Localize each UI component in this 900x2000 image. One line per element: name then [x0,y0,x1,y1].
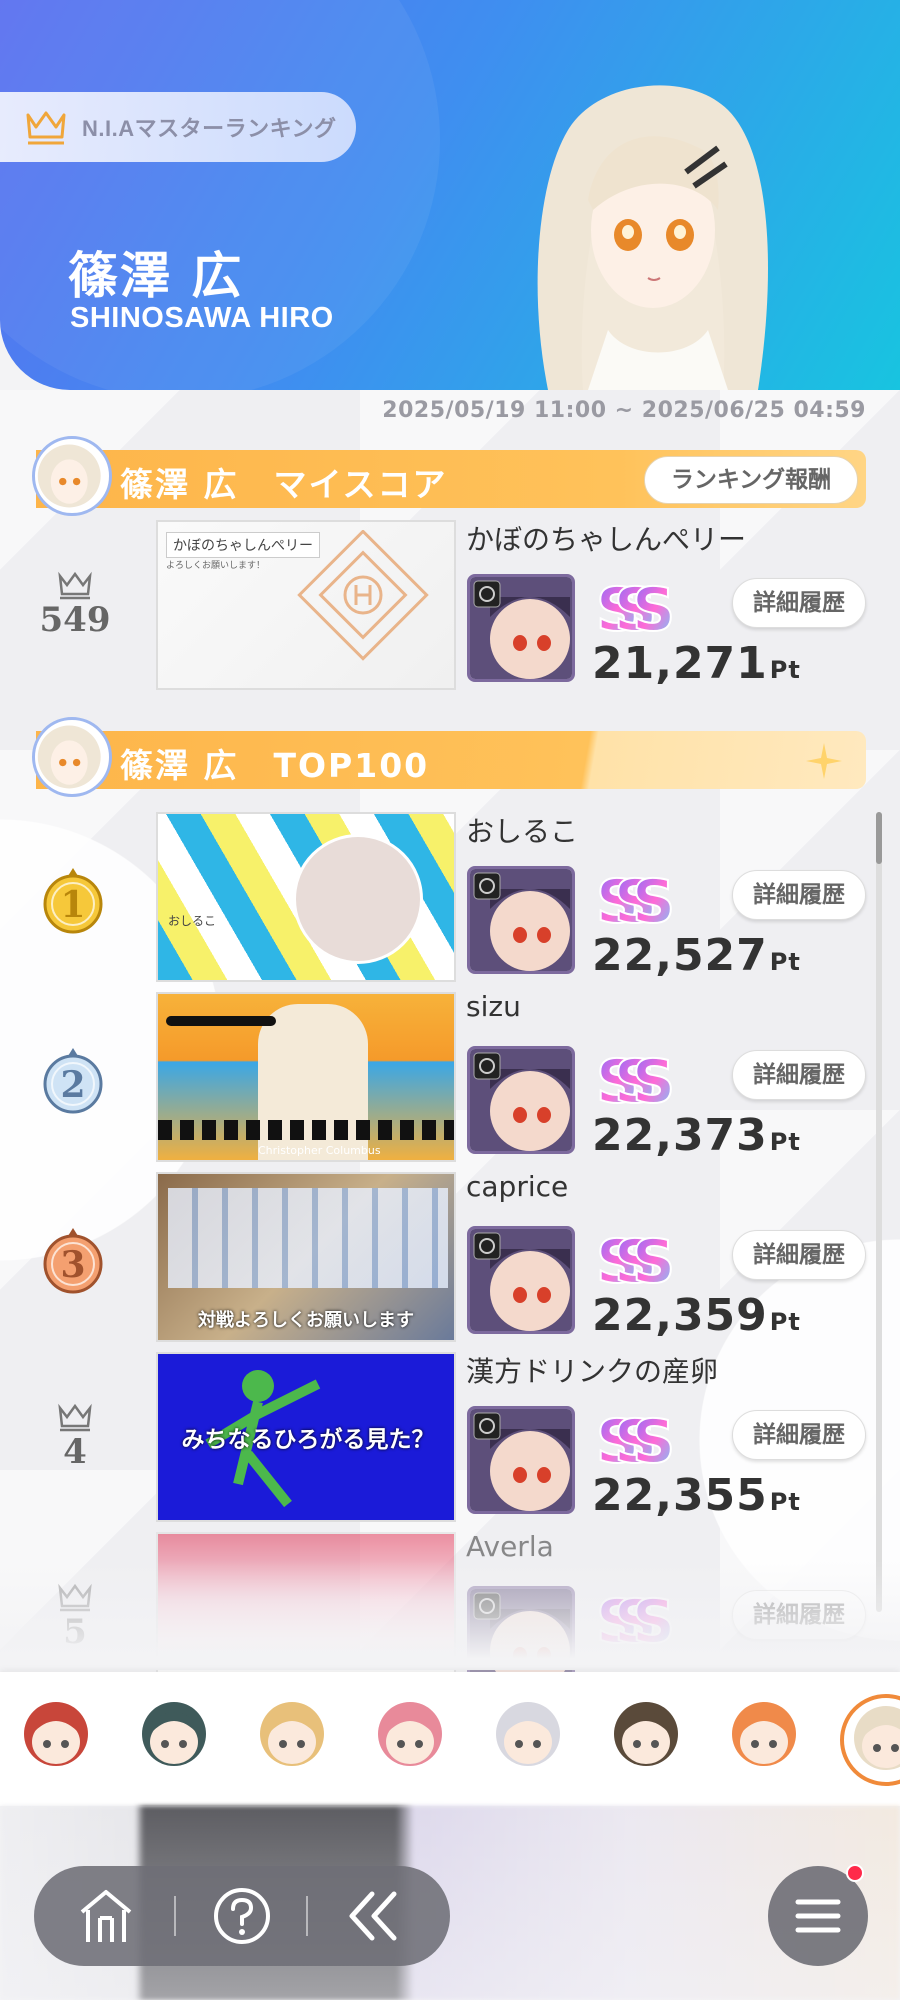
player-name: 漢方ドリンクの産卵 [466,1355,719,1388]
support-card-icon[interactable] [467,574,575,682]
player-thumbnail[interactable]: おしるこ [156,812,456,982]
support-card-icon[interactable] [467,1406,575,1514]
character-portrait [537,85,768,390]
menu-button[interactable] [768,1864,868,1966]
character-avatar [32,717,112,797]
detail-history-button[interactable]: 詳細履歴 [732,578,866,628]
detail-history-button[interactable]: 詳細履歴 [732,1230,866,1280]
ranking-row: 2 Christopher Columbus sizu S S S 詳細履歴 2… [0,990,880,1162]
thumbnail-emblem [297,530,429,661]
detail-history-button[interactable]: 詳細履歴 [732,1410,866,1460]
player-name: Averla [466,1530,554,1563]
score: 22,527Pt [592,930,801,981]
character-8-icon[interactable] [840,1694,900,1786]
notification-dot [846,1864,864,1882]
top100-title: 篠澤 広 TOP100 [120,746,430,785]
ranking-period: 2025/05/19 11:00 ~ 2025/06/25 04:59 [382,398,866,423]
my-score-row: 549 かぼのちゃしんぺリー よろしくお願いします！ かぼのちゃしんぺリー S … [0,520,880,690]
thumbnail-caption: 対戦よろしくお願いします [198,1310,414,1331]
top100-banner: 篠澤 広 TOP100 [32,717,866,797]
svg-text:S: S [632,867,675,936]
rank-number: 3 [60,1244,85,1286]
rank-medal-icon: 3 [43,1228,103,1294]
rank-number: 4 [63,1432,87,1472]
grade-sss-icon: S S S [595,866,676,936]
ranking-row: 1 おしるこ おしるこ S S S 詳細履歴 22,527Pt [0,812,880,982]
rank-number: 2 [60,1064,85,1106]
character-name-en: SHINOSAWA HIRO [70,302,334,334]
ranking-title: N.I.Aマスターランキング [82,116,337,141]
player-name: sizu [466,990,521,1023]
character-select-bar [0,1672,900,1806]
character-7-icon[interactable] [722,1694,814,1786]
svg-text:S: S [632,1227,675,1296]
score: 21,271Pt [592,638,801,689]
support-card-icon[interactable] [467,866,575,974]
svg-text:S: S [632,1047,675,1116]
rank: 4 [30,1402,120,1482]
support-card-icon[interactable] [467,1046,575,1154]
ranking-row: 4 みちなるひろがる見た？ 漢方ドリンクの産卵 S S S 詳細履歴 22,35… [0,1352,880,1522]
ranking-scrollbar[interactable] [876,812,882,1612]
support-card-icon[interactable] [467,1226,575,1334]
character-1-icon[interactable] [14,1694,106,1786]
grade-sss-icon: S S S [595,574,676,644]
page-header: N.I.Aマスターランキング 篠澤 広 SHINOSAWA HIRO [0,0,900,390]
crown-icon [58,571,92,600]
player-thumbnail[interactable]: かぼのちゃしんぺリー よろしくお願いします！ [156,520,456,690]
svg-text:S: S [632,1407,675,1476]
my-rank-number: 549 [39,600,111,640]
score: 22,359Pt [592,1290,801,1341]
character-2-icon[interactable] [132,1694,224,1786]
player-name: おしるこ [466,815,579,848]
grade-sss-icon: S S S [595,1226,676,1296]
score: 22,373Pt [592,1110,801,1161]
rank-medal-icon: 2 [43,1048,103,1114]
svg-text:S: S [632,575,675,644]
score: 22,355Pt [592,1470,801,1521]
player-thumbnail[interactable]: みちなるひろがる見た？ [156,1352,456,1522]
navigation-bar [34,1866,450,1966]
grade-sss-icon: S S S [595,1046,676,1116]
my-score-banner: 篠澤 広 マイスコア ランキング報酬 [32,436,866,516]
grade-sss-icon: S S S [595,1406,676,1476]
player-thumbnail[interactable]: Christopher Columbus [156,992,456,1162]
sparkle-icon [806,743,842,779]
player-name: caprice [466,1170,569,1203]
character-4-icon[interactable] [368,1694,460,1786]
back-icon[interactable] [338,1880,410,1952]
character-3-icon[interactable] [250,1694,342,1786]
thumbnail-subcaption: よろしくお願いします！ [166,561,266,571]
thumbnail-caption: おしるこ [168,914,217,928]
rank-medal-icon: 1 [43,868,103,934]
crown-icon [26,111,66,145]
character-5-icon[interactable] [486,1694,578,1786]
rank-number: 1 [60,884,85,926]
crown-icon [58,1403,92,1432]
character-name-jp: 篠澤 広 [68,247,244,305]
detail-history-button[interactable]: 詳細履歴 [732,1050,866,1100]
my-score-title: 篠澤 広 マイスコア [120,465,448,504]
ranking-row: 3 対戦よろしくお願いします caprice S S S 詳細履歴 22,359… [0,1170,880,1342]
character-6-icon[interactable] [604,1694,696,1786]
home-icon[interactable] [70,1880,142,1952]
my-rank: 549 [30,570,120,650]
player-thumbnail[interactable]: 対戦よろしくお願いします [156,1172,456,1342]
help-icon[interactable] [206,1880,278,1952]
ranking-title-badge: N.I.Aマスターランキング [0,92,356,162]
player-name: かぼのちゃしんぺリー [466,523,747,556]
character-avatar [32,436,112,516]
thumbnail-caption: Christopher Columbus [258,1144,381,1157]
thumbnail-caption: みちなるひろがる見た？ [181,1427,435,1453]
ranking-reward-button[interactable]: ランキング報酬 [644,456,858,504]
detail-history-button[interactable]: 詳細履歴 [732,870,866,920]
